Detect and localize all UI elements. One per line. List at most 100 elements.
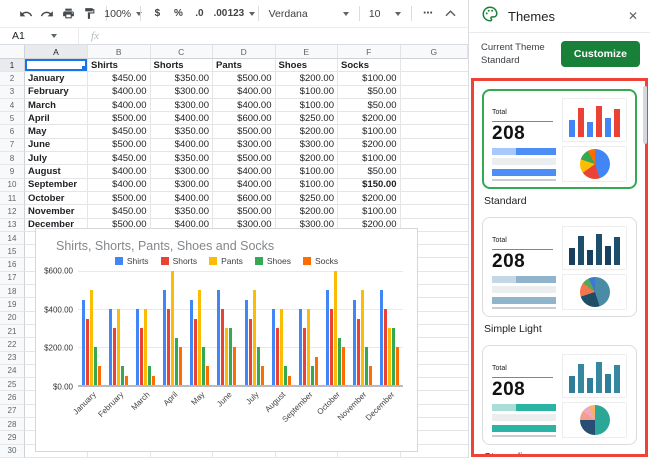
cell-F2[interactable]: $100.00: [338, 72, 401, 86]
undo-icon[interactable]: [16, 3, 36, 25]
cell-D1[interactable]: Pants: [213, 59, 276, 73]
cell-A3[interactable]: February: [25, 85, 88, 99]
col-header-D[interactable]: D: [213, 45, 276, 59]
panel-scrollbar[interactable]: [643, 86, 647, 144]
row-header-12[interactable]: 12: [0, 205, 25, 219]
cell-B3[interactable]: $400.00: [88, 85, 151, 99]
cell-F6[interactable]: $100.00: [338, 125, 401, 139]
cell-G4[interactable]: [400, 99, 468, 113]
cell-G9[interactable]: [400, 165, 468, 179]
cell-B5[interactable]: $500.00: [88, 112, 151, 126]
cell-E5[interactable]: $250.00: [275, 112, 338, 126]
decrease-decimal-button[interactable]: .0: [189, 3, 209, 25]
row-header-26[interactable]: 26: [0, 391, 25, 405]
row-header-30[interactable]: 30: [0, 444, 25, 458]
row-header-23[interactable]: 23: [0, 351, 25, 365]
collapse-toolbar-icon[interactable]: [440, 3, 460, 25]
name-box[interactable]: A1: [0, 28, 78, 44]
cell-A2[interactable]: January: [25, 72, 88, 86]
cell-B9[interactable]: $400.00: [88, 165, 151, 179]
cell-F4[interactable]: $50.00: [338, 98, 401, 113]
row-header-3[interactable]: 3: [0, 85, 25, 99]
row-header-11[interactable]: 11: [0, 191, 25, 206]
cell-G10[interactable]: [400, 179, 468, 192]
row-header-16[interactable]: 16: [0, 258, 25, 272]
cell-A10[interactable]: September: [25, 178, 88, 192]
cell-E3[interactable]: $100.00: [275, 85, 338, 99]
cell-D4[interactable]: $400.00: [213, 98, 276, 113]
cell-A4[interactable]: March: [25, 98, 88, 113]
cell-F9[interactable]: $50.00: [338, 165, 401, 179]
col-header-C[interactable]: C: [150, 45, 213, 59]
row-header-6[interactable]: 6: [0, 125, 25, 139]
cell-A5[interactable]: April: [25, 112, 88, 126]
cell-F10[interactable]: $150.00: [338, 178, 401, 192]
cell-D11[interactable]: $600.00: [213, 191, 276, 206]
row-header-21[interactable]: 21: [0, 324, 25, 339]
cell-B12[interactable]: $450.00: [88, 205, 151, 219]
cell-A8[interactable]: July: [25, 152, 88, 166]
cell-D7[interactable]: $300.00: [213, 138, 276, 153]
cell-F1[interactable]: Socks: [338, 59, 401, 73]
cell-F11[interactable]: $200.00: [338, 191, 401, 206]
cell-C8[interactable]: $350.00: [150, 152, 213, 166]
row-header-9[interactable]: 9: [0, 165, 25, 179]
format-percent-button[interactable]: %: [168, 3, 188, 25]
row-header-4[interactable]: 4: [0, 98, 25, 113]
cell-C11[interactable]: $400.00: [150, 191, 213, 206]
row-header-19[interactable]: 19: [0, 298, 25, 312]
cell-D12[interactable]: $500.00: [213, 205, 276, 219]
cell-D5[interactable]: $600.00: [213, 112, 276, 126]
row-header-29[interactable]: 29: [0, 431, 25, 445]
cell-E2[interactable]: $200.00: [275, 72, 338, 86]
cell-F12[interactable]: $100.00: [338, 205, 401, 219]
row-header-17[interactable]: 17: [0, 271, 25, 286]
col-header-A[interactable]: A: [25, 45, 88, 59]
col-header-B[interactable]: B: [88, 45, 151, 59]
font-size-select[interactable]: 10: [366, 3, 404, 25]
cell-E1[interactable]: Shoes: [275, 59, 338, 73]
cell-D2[interactable]: $500.00: [213, 72, 276, 86]
cell-E12[interactable]: $200.00: [275, 205, 338, 219]
zoom-select[interactable]: 100%: [104, 3, 143, 25]
row-header-25[interactable]: 25: [0, 378, 25, 392]
cell-B6[interactable]: $450.00: [88, 125, 151, 139]
cell-C5[interactable]: $400.00: [150, 112, 213, 126]
cell-G3[interactable]: [400, 86, 468, 99]
cell-B10[interactable]: $400.00: [88, 178, 151, 192]
cell-D3[interactable]: $400.00: [213, 85, 276, 99]
cell-D10[interactable]: $400.00: [213, 178, 276, 192]
cell-G1[interactable]: [400, 59, 468, 73]
cell-B11[interactable]: $500.00: [88, 191, 151, 206]
row-header-28[interactable]: 28: [0, 418, 25, 432]
print-icon[interactable]: [58, 3, 78, 25]
format-currency-button[interactable]: $: [147, 3, 167, 25]
theme-card-simple-light[interactable]: Total 208: [482, 217, 637, 317]
row-header-20[interactable]: 20: [0, 311, 25, 325]
row-header-24[interactable]: 24: [0, 364, 25, 379]
cell-C1[interactable]: Shorts: [150, 59, 213, 73]
theme-card-streamline[interactable]: Total 208: [482, 345, 637, 445]
col-header-F[interactable]: F: [338, 45, 401, 59]
cell-B2[interactable]: $450.00: [88, 72, 151, 86]
cell-B1[interactable]: Shirts: [88, 59, 151, 73]
cell-F7[interactable]: $200.00: [338, 138, 401, 153]
row-header-7[interactable]: 7: [0, 138, 25, 153]
cell-E7[interactable]: $300.00: [275, 138, 338, 153]
more-toolbar-button[interactable]: ⋯: [418, 3, 438, 25]
cell-E9[interactable]: $100.00: [275, 165, 338, 179]
customize-button[interactable]: Customize: [560, 41, 640, 68]
row-header-2[interactable]: 2: [0, 72, 25, 86]
row-header-5[interactable]: 5: [0, 112, 25, 126]
cell-B8[interactable]: $450.00: [88, 152, 151, 166]
row-header-14[interactable]: 14: [0, 231, 25, 246]
cell-G6[interactable]: [400, 125, 468, 139]
cell-C10[interactable]: $300.00: [150, 178, 213, 192]
cell-C7[interactable]: $400.00: [150, 138, 213, 153]
cell-A1[interactable]: [25, 59, 88, 73]
cell-C12[interactable]: $350.00: [150, 205, 213, 219]
cell-G2[interactable]: [400, 72, 468, 86]
paint-format-icon[interactable]: [79, 3, 99, 25]
cell-F5[interactable]: $200.00: [338, 112, 401, 126]
cell-F8[interactable]: $100.00: [338, 152, 401, 166]
